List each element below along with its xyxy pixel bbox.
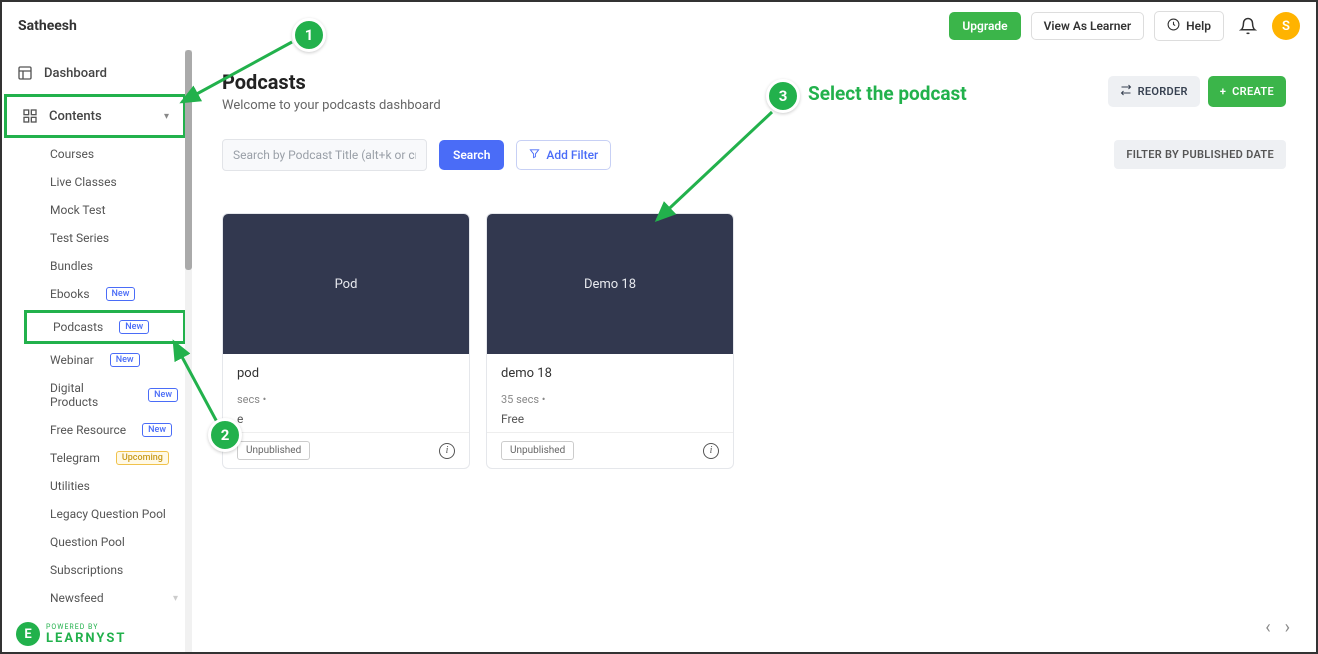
new-badge: New [119,320,149,334]
grid-icon [21,107,39,125]
card-duration: 35 secs • [501,393,719,406]
podcast-card[interactable]: Demo 18 demo 18 35 secs • Free Unpublish… [486,213,734,469]
main-content: REORDER + CREATE FILTER BY PUBLISHED DAT… [192,50,1316,652]
info-icon[interactable]: i [439,443,455,459]
powered-by-label: POWERED BY [46,623,126,631]
sidebar-item-mock-test[interactable]: Mock Test [2,196,192,224]
annotation-label-3: Select the podcast [808,82,967,105]
header: Satheesh Upgrade View As Learner Help S [2,2,1316,50]
brand-name: Satheesh [18,18,77,34]
bell-icon[interactable] [1234,12,1262,40]
card-price: Free [501,412,719,426]
plus-icon: + [1220,85,1226,98]
sidebar-item-live-classes[interactable]: Live Classes [2,168,192,196]
prev-page-button[interactable]: ‹ [1265,617,1270,638]
footer-brand: E POWERED BY LEARNYST [16,622,126,646]
card-title: pod [237,366,455,381]
avatar[interactable]: S [1272,12,1300,40]
annotation-badge-3: 3 [766,79,800,113]
sidebar-item-free-resource[interactable]: Free ResourceNew [2,416,192,444]
filter-by-date-button[interactable]: FILTER BY PUBLISHED DATE [1114,140,1286,169]
dashboard-icon [16,64,34,82]
sidebar-item-bundles[interactable]: Bundles [2,252,192,280]
sidebar-item-courses[interactable]: Courses [2,140,192,168]
card-thumbnail: Demo 18 [487,214,733,354]
sidebar-item-utilities[interactable]: Utilities [2,472,192,500]
new-badge: New [142,423,172,437]
sidebar-item-podcasts[interactable]: PodcastsNew [24,310,186,344]
new-badge: New [106,287,136,301]
pager: ‹ › [1265,617,1290,638]
sidebar-item-test-series[interactable]: Test Series [2,224,192,252]
add-filter-button[interactable]: Add Filter [516,140,611,170]
card-duration: secs • [237,393,455,406]
sidebar-item-digital-products[interactable]: Digital ProductsNew [2,374,192,416]
search-input[interactable] [222,139,427,171]
card-title: demo 18 [501,366,719,381]
sidebar-item-subscriptions[interactable]: Subscriptions [2,556,192,584]
chevron-down-icon: ▾ [164,111,169,122]
sidebar-item-ebooks[interactable]: EbooksNew [2,280,192,308]
learnyst-label: LEARNYST [46,631,126,646]
next-page-button[interactable]: › [1285,617,1290,638]
sidebar-item-legacy-qpool[interactable]: Legacy Question Pool [2,500,192,528]
view-as-learner-button[interactable]: View As Learner [1031,12,1145,40]
filter-icon [529,148,540,162]
new-badge: New [110,353,140,367]
podcast-card[interactable]: Pod pod secs • e Unpublished i [222,213,470,469]
sidebar-item-webinar[interactable]: WebinarNew [2,346,192,374]
help-button[interactable]: Help [1154,11,1224,41]
nav-dashboard-label: Dashboard [44,66,107,81]
status-badge: Unpublished [501,441,574,460]
reorder-button[interactable]: REORDER [1108,76,1200,107]
card-thumbnail: Pod [223,214,469,354]
scrollbar-thumb[interactable] [185,50,192,270]
upcoming-badge: Upcoming [116,451,169,465]
sidebar-item-question-pool[interactable]: Question Pool [2,528,192,556]
learnyst-logo-icon: E [16,622,40,646]
nav-contents-label: Contents [49,109,102,124]
info-icon[interactable]: i [703,443,719,459]
create-button[interactable]: + CREATE [1208,76,1286,107]
reorder-icon [1120,84,1132,99]
new-badge: New [148,388,178,402]
annotation-badge-1: 1 [292,18,326,52]
sidebar-item-telegram[interactable]: TelegramUpcoming [2,444,192,472]
status-badge: Unpublished [237,441,310,460]
card-price: e [237,412,455,426]
nav-contents[interactable]: Contents ▾ [4,94,186,138]
nav-dashboard[interactable]: Dashboard [2,54,192,92]
search-button[interactable]: Search [439,140,504,170]
upgrade-button[interactable]: Upgrade [949,12,1020,40]
sidebar: Dashboard Contents ▾ Courses Live Classe… [2,50,192,652]
chevron-down-icon: ▾ [173,593,178,604]
help-button-label: Help [1186,19,1211,33]
clock-icon [1167,18,1180,34]
sidebar-item-newsfeed[interactable]: Newsfeed▾ [2,584,192,612]
annotation-badge-2: 2 [208,418,242,452]
